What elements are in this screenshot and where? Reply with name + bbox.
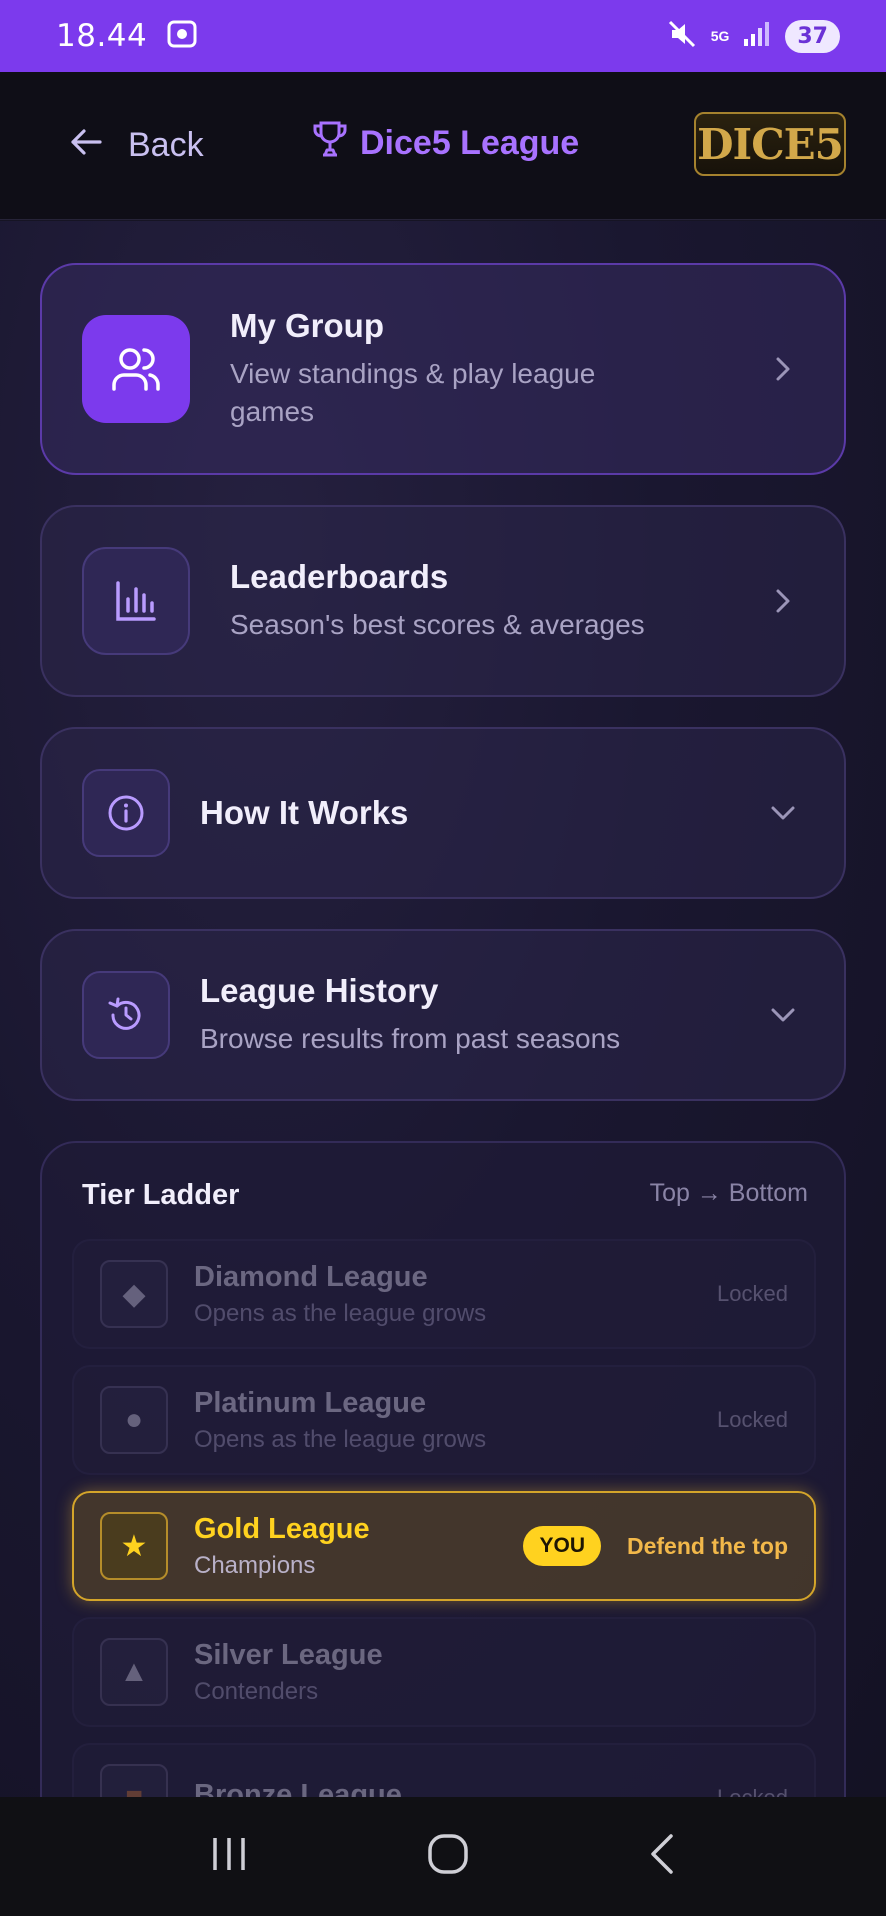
tier-name: Bronze League: [194, 1778, 402, 1798]
my-group-title: My Group: [230, 307, 384, 344]
chevron-right-icon: [768, 588, 798, 614]
status-time: 18.44: [56, 18, 148, 54]
how-it-works-card[interactable]: How It Works: [40, 727, 846, 899]
league-history-title: League History: [200, 972, 439, 1009]
my-group-card[interactable]: My Group View standings & play league ga…: [40, 263, 846, 475]
users-icon: [82, 315, 190, 423]
home-button[interactable]: [426, 1832, 470, 1881]
tier-desc: Opens as the league grows: [194, 1299, 487, 1327]
tier-ladder-title: Tier Ladder: [82, 1179, 240, 1211]
league-content: My Group View standings & play league ga…: [0, 221, 886, 1797]
back-label: Back: [128, 126, 204, 164]
tier-desc: Champions: [194, 1551, 316, 1579]
network-indicator: 5G: [710, 28, 730, 44]
screenshot-icon: [167, 20, 197, 53]
system-nav-bar: [0, 1797, 886, 1916]
you-badge: YOU: [523, 1526, 601, 1566]
chevron-right-icon: [768, 356, 798, 382]
chevron-down-icon: [768, 805, 798, 821]
bar-chart-icon: [82, 547, 190, 655]
recent-apps-button[interactable]: [209, 1834, 249, 1879]
app-header: Back Dice5 League DICE5: [0, 72, 886, 220]
tier-bronze: ■ Bronze League Locked: [72, 1743, 816, 1797]
back-button[interactable]: Back: [70, 126, 204, 165]
tier-order-label: Top → Bottom: [649, 1179, 808, 1207]
battery-level: 37: [785, 19, 840, 53]
how-it-works-title: How It Works: [200, 794, 409, 831]
tier-name: Platinum League: [194, 1386, 427, 1419]
leaderboards-card[interactable]: Leaderboards Season's best scores & aver…: [40, 505, 846, 697]
logo-text: DICE5: [697, 119, 844, 169]
tier-status: Locked: [717, 1281, 788, 1306]
tier-name: Diamond League: [194, 1260, 428, 1293]
tier-name: Gold League: [194, 1512, 370, 1545]
info-icon: [82, 769, 170, 857]
triangle-icon: ▲: [100, 1638, 168, 1706]
my-group-subtitle: View standings & play league games: [230, 358, 596, 427]
tier-status: Locked: [717, 1407, 788, 1432]
status-bar: 18.44 5G 37: [0, 0, 886, 72]
dice5-logo: DICE5: [694, 112, 846, 176]
square-icon: ■: [100, 1764, 168, 1797]
tier-status: Defend the top: [627, 1532, 788, 1559]
tier-ladder: Tier Ladder Top → Bottom ◆ Diamond Leagu…: [40, 1141, 846, 1797]
league-history-subtitle: Browse results from past seasons: [200, 1023, 621, 1054]
tier-silver: ▲ Silver League Contenders: [72, 1617, 816, 1727]
star-icon: ★: [100, 1512, 168, 1580]
diamond-icon: ◆: [100, 1260, 168, 1328]
tier-status: Locked: [717, 1785, 788, 1797]
circle-icon: ●: [100, 1386, 168, 1454]
tier-platinum: ● Platinum League Opens as the league gr…: [72, 1365, 816, 1475]
tier-desc: Contenders: [194, 1677, 319, 1705]
back-nav-button[interactable]: [647, 1832, 677, 1881]
arrow-left-icon: [70, 126, 102, 165]
mute-icon: [667, 19, 697, 54]
tier-diamond: ◆ Diamond League Opens as the league gro…: [72, 1239, 816, 1349]
tier-name: Silver League: [194, 1638, 383, 1671]
tier-gold[interactable]: ★ Gold League Champions YOU Defend the t…: [72, 1491, 816, 1601]
league-history-card[interactable]: League History Browse results from past …: [40, 929, 846, 1101]
leaderboards-subtitle: Season's best scores & averages: [230, 609, 645, 640]
page-title: Dice5 League: [312, 120, 579, 167]
history-icon: [82, 971, 170, 1059]
trophy-icon: [312, 120, 348, 167]
page-title-text: Dice5 League: [360, 124, 580, 162]
chevron-down-icon: [768, 1007, 798, 1023]
tier-desc: Opens as the league grows: [194, 1425, 487, 1453]
leaderboards-title: Leaderboards: [230, 558, 449, 595]
signal-icon: [743, 21, 771, 52]
